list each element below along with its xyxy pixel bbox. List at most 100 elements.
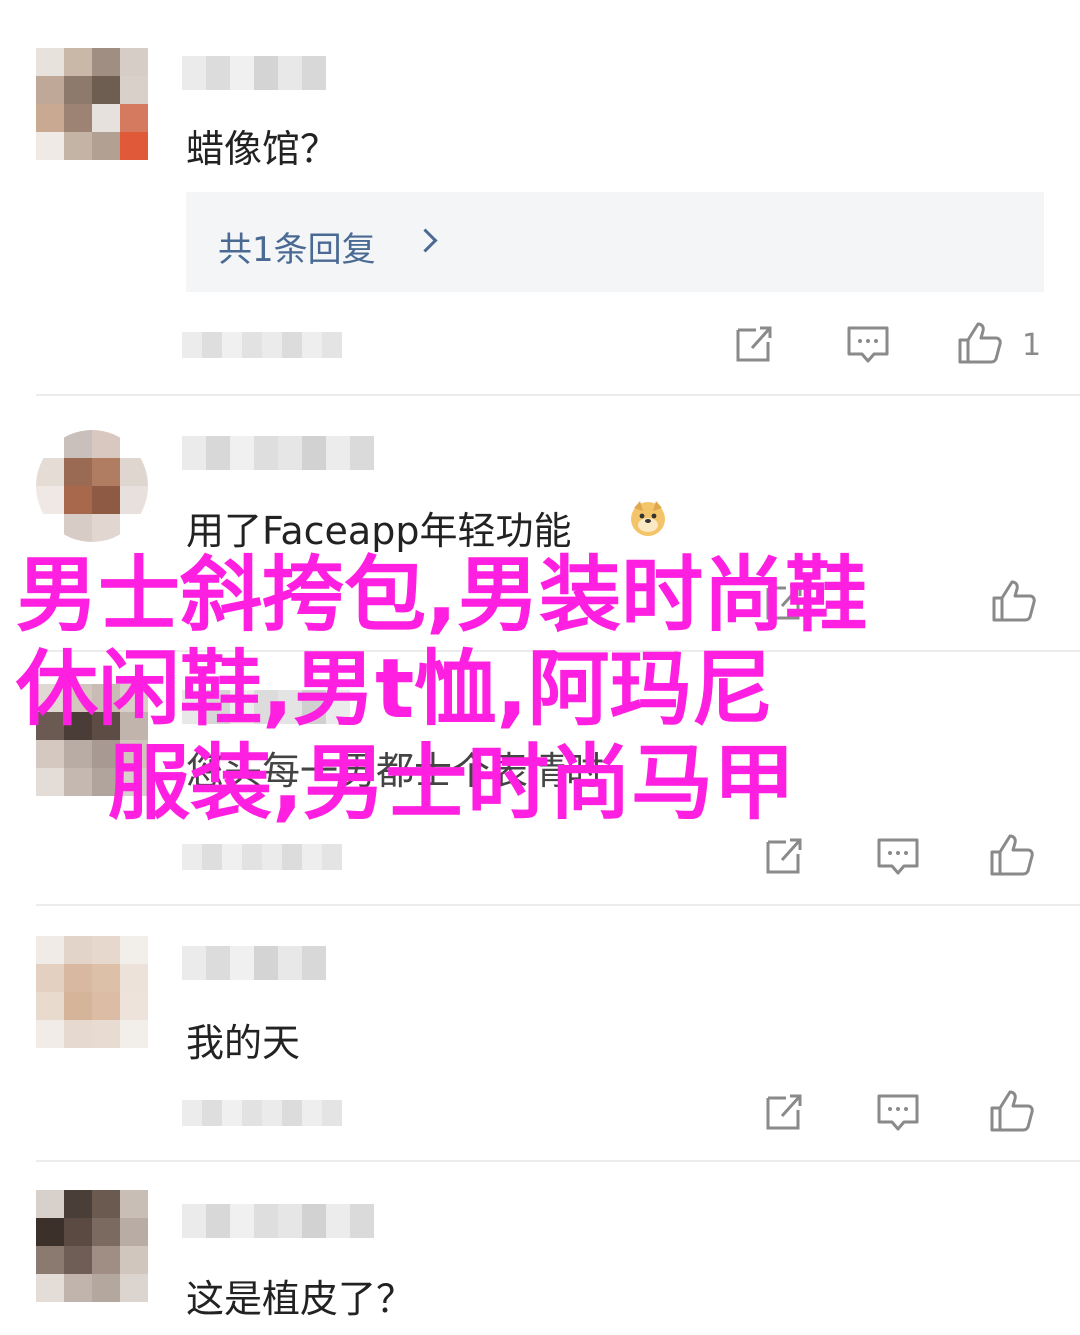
comment-text: 蜡像馆？: [186, 127, 339, 171]
avatar-pixel: [36, 48, 64, 76]
avatar-pixel: [120, 132, 148, 160]
divider: [36, 904, 1080, 906]
avatar[interactable]: [36, 936, 148, 1048]
overlay-line: 男士斜挎包,男装时尚鞋: [16, 548, 868, 643]
thumbs-up-icon[interactable]: [988, 1086, 1036, 1134]
avatar-pixel: [36, 132, 64, 160]
share-icon[interactable]: [760, 1088, 808, 1136]
avatar-pixel: [120, 104, 148, 132]
avatar-pixel: [64, 1020, 92, 1048]
thumbs-up-icon[interactable]: [988, 830, 1036, 878]
avatar-pixel: [36, 430, 64, 458]
avatar-pixel: [120, 458, 148, 486]
username-blurred[interactable]: [182, 946, 342, 980]
avatar-pixel: [120, 1246, 148, 1274]
divider: [36, 1160, 1080, 1162]
avatar-pixel: [64, 964, 92, 992]
avatar-pixel: [64, 936, 92, 964]
avatar-pixel: [92, 458, 120, 486]
avatar-pixel: [92, 76, 120, 104]
avatar-pixel: [92, 992, 120, 1020]
avatar-pixel: [120, 514, 148, 542]
avatar-pixel: [92, 1246, 120, 1274]
divider: [36, 394, 1080, 396]
avatar-pixel: [64, 1274, 92, 1302]
avatar-pixel: [120, 1020, 148, 1048]
like-count: 1: [1022, 328, 1042, 363]
comment-text: 我的天: [186, 1021, 301, 1065]
avatar-pixel: [92, 1218, 120, 1246]
avatar-pixel: [64, 430, 92, 458]
avatar-pixel: [64, 132, 92, 160]
avatar-pixel: [120, 430, 148, 458]
avatar-pixel: [92, 430, 120, 458]
avatar-pixel: [92, 514, 120, 542]
avatar-pixel: [120, 1190, 148, 1218]
avatar-pixel: [64, 768, 92, 796]
avatar-pixel: [64, 486, 92, 514]
comment-icon[interactable]: [874, 832, 922, 880]
avatar-pixel: [36, 1218, 64, 1246]
replies-link[interactable]: 共1条回复: [186, 192, 1044, 292]
comment-icon[interactable]: [844, 320, 892, 368]
share-icon[interactable]: [730, 320, 778, 368]
username-blurred[interactable]: [182, 436, 378, 470]
avatar-pixel: [120, 936, 148, 964]
avatar-pixel: [92, 1020, 120, 1048]
avatar-pixel: [64, 458, 92, 486]
timestamp-blurred: [182, 844, 342, 870]
avatar-pixel: [36, 1274, 64, 1302]
avatar-pixel: [120, 964, 148, 992]
avatar-pixel: [64, 48, 92, 76]
avatar-pixel: [92, 486, 120, 514]
avatar-pixel: [36, 936, 64, 964]
username-blurred[interactable]: [182, 1204, 378, 1238]
avatar-pixel: [36, 486, 64, 514]
thumbs-up-icon[interactable]: [956, 318, 1004, 366]
avatar-pixel: [120, 1274, 148, 1302]
avatar-pixel: [64, 76, 92, 104]
avatar-pixel: [64, 1190, 92, 1218]
avatar-pixel: [120, 1218, 148, 1246]
avatar-pixel: [36, 740, 64, 768]
avatar-pixel: [120, 486, 148, 514]
avatar-pixel: [64, 992, 92, 1020]
avatar-pixel: [64, 104, 92, 132]
avatar-pixel: [36, 992, 64, 1020]
avatar-pixel: [36, 1020, 64, 1048]
avatar-pixel: [92, 132, 120, 160]
avatar-pixel: [92, 1190, 120, 1218]
avatar-pixel: [64, 740, 92, 768]
replies-count-label: 共1条回复: [218, 230, 376, 270]
avatar[interactable]: [36, 1190, 148, 1302]
comment-icon[interactable]: [874, 1088, 922, 1136]
avatar-pixel: [36, 1190, 64, 1218]
thumbs-up-icon[interactable]: [990, 576, 1038, 624]
avatar-pixel: [120, 76, 148, 104]
avatar-pixel: [92, 964, 120, 992]
chevron-right-icon: [413, 228, 438, 253]
doge-emoji-icon: [628, 498, 668, 538]
avatar[interactable]: [36, 430, 148, 542]
timestamp-blurred: [182, 332, 342, 358]
avatar-pixel: [64, 1218, 92, 1246]
avatar-pixel: [120, 992, 148, 1020]
avatar-pixel: [120, 48, 148, 76]
avatar-pixel: [36, 1246, 64, 1274]
avatar[interactable]: [36, 48, 148, 160]
avatar-pixel: [64, 1246, 92, 1274]
avatar-pixel: [92, 936, 120, 964]
comment-text: 这是植皮了？: [186, 1277, 415, 1321]
avatar-pixel: [64, 514, 92, 542]
share-icon[interactable]: [760, 832, 808, 880]
overlay-line: 服装,男士时尚马甲: [108, 736, 796, 831]
avatar-pixel: [36, 514, 64, 542]
avatar-pixel: [36, 104, 64, 132]
avatar-pixel: [36, 458, 64, 486]
username-blurred[interactable]: [182, 56, 342, 90]
avatar-pixel: [36, 768, 64, 796]
avatar-pixel: [92, 104, 120, 132]
overlay-line: 休闲鞋,男t恤,阿玛尼: [16, 642, 774, 737]
timestamp-blurred: [182, 1100, 342, 1126]
avatar-pixel: [36, 76, 64, 104]
